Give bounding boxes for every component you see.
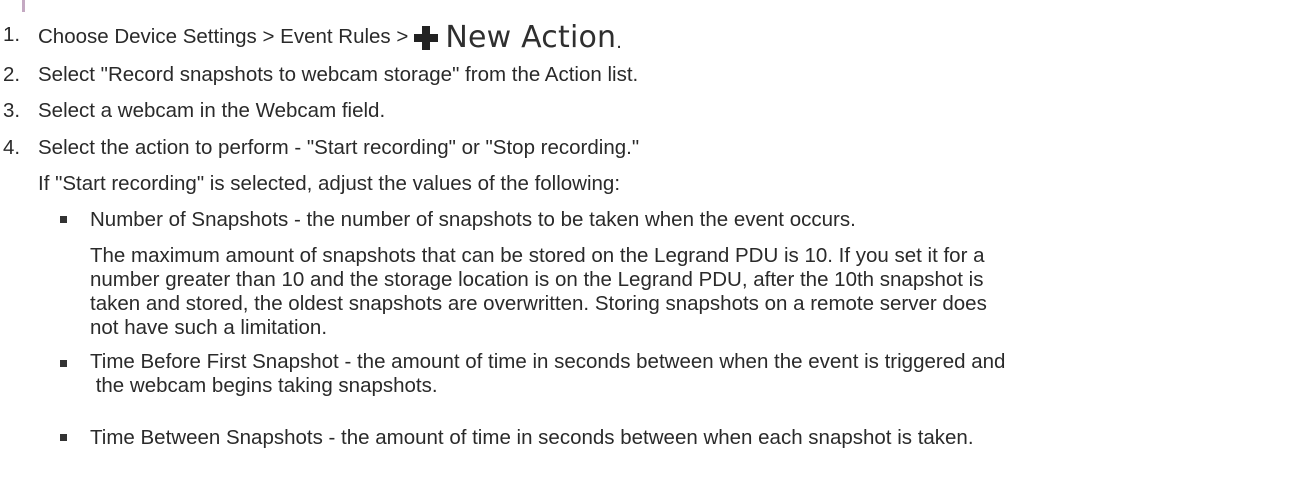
step-1-text: Choose Device Settings > Event Rules > [38, 25, 409, 49]
step-2-text: Select "Record snapshots to webcam stora… [38, 63, 639, 86]
bullet-2-line: the webcam begins taking snapshots. [90, 374, 438, 397]
bullet-1-detail: The maximum amount of snapshots that can… [90, 244, 1240, 340]
step-number: 2. [3, 63, 21, 86]
step-number: 3. [3, 99, 21, 122]
step-4-text: Select the action to perform - "Start re… [38, 136, 640, 159]
bullet-marker [60, 434, 67, 441]
plus-icon [414, 25, 439, 50]
heading-accent-mark [22, 0, 25, 12]
new-action-button[interactable]: New Action [414, 18, 616, 57]
bullet-1-detail-line: number greater than 10 and the storage l… [90, 268, 984, 291]
step-4-note: If "Start recording" is selected, adjust… [38, 172, 621, 195]
step-3-text: Select a webcam in the Webcam field. [38, 99, 386, 122]
step-number: 4. [3, 136, 21, 159]
bullet-number-of-snapshots: Number of Snapshots - the number of snap… [90, 208, 856, 231]
bullet-1-detail-line: not have such a limitation. [90, 316, 328, 339]
bullet-marker [60, 216, 67, 223]
new-action-label: New Action [445, 20, 617, 55]
bullet-time-before-first-snapshot: Time Before First Snapshot - the amount … [90, 350, 1240, 398]
bullet-1-detail-line: The maximum amount of snapshots that can… [90, 244, 985, 267]
step-1-period: . [616, 31, 622, 53]
step-number: 1. [3, 23, 21, 46]
bullet-marker [60, 360, 67, 367]
bullet-time-between-snapshots: Time Between Snapshots - the amount of t… [90, 426, 974, 449]
bullet-1-detail-line: taken and stored, the oldest snapshots a… [90, 292, 987, 315]
bullet-2-line: Time Before First Snapshot - the amount … [90, 350, 1006, 373]
